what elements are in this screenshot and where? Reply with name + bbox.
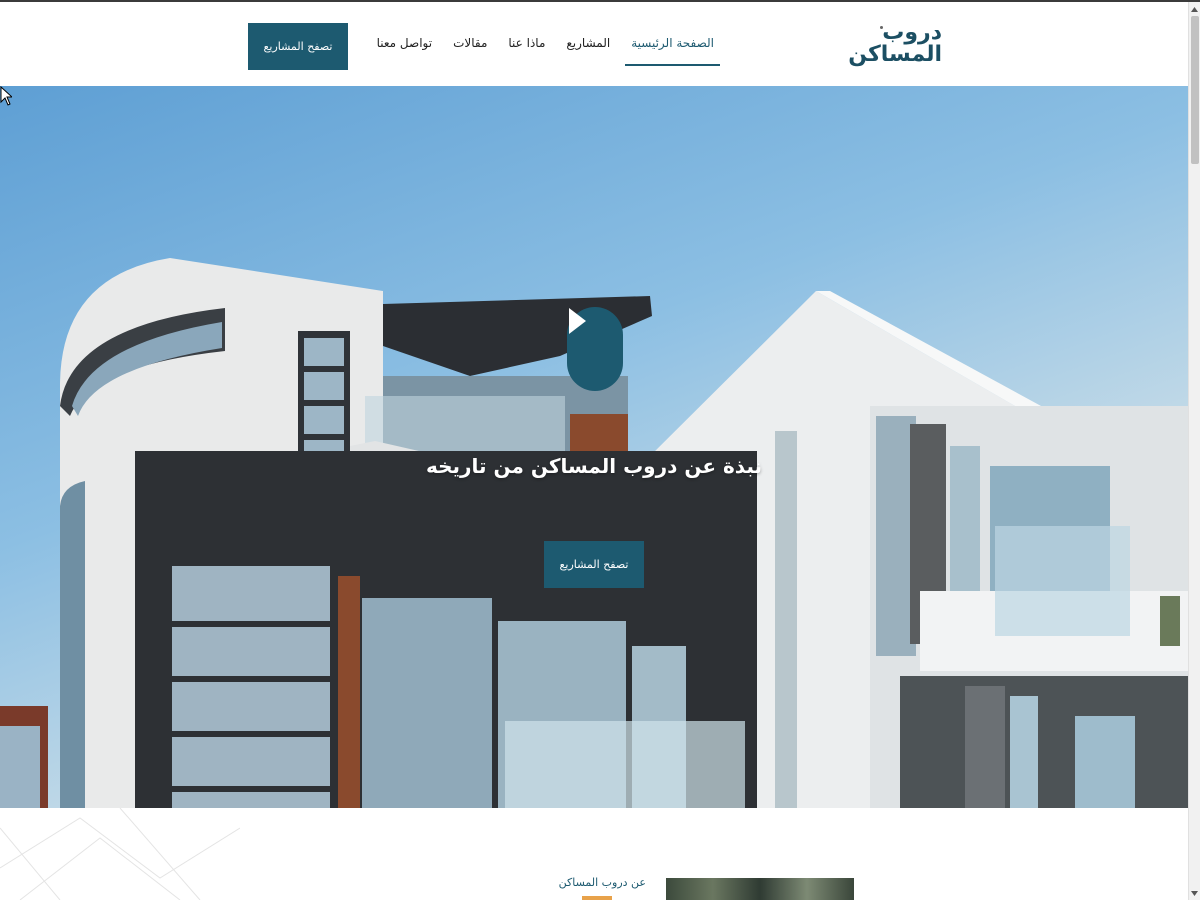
hero-browse-projects-button[interactable]: تصفح المشاريع — [544, 541, 644, 588]
nav-item-about[interactable]: ماذا عنا — [502, 32, 551, 66]
hero-section: نبذة عن دروب المساكن من تاريخه تصفح المش… — [0, 86, 1188, 808]
browse-projects-button[interactable]: تصفح المشاريع — [248, 23, 348, 70]
logo-line-1: دروب — [882, 20, 942, 45]
about-section: عن دروب المساكن — [0, 808, 1188, 900]
nav-item-contact[interactable]: تواصل معنا — [371, 32, 438, 66]
play-video-button[interactable] — [567, 307, 623, 391]
main-nav: الصفحة الرئيسية المشاريع ماذا عنا مقالات… — [377, 32, 720, 68]
scroll-down-icon[interactable] — [1189, 888, 1200, 898]
nav-item-projects[interactable]: المشاريع — [560, 32, 616, 66]
hero-title: نبذة عن دروب المساكن من تاريخه — [425, 454, 763, 478]
logo-line-2: المساكن — [848, 42, 942, 67]
nav-item-articles[interactable]: مقالات — [447, 32, 493, 66]
scroll-up-icon[interactable] — [1189, 4, 1200, 14]
decorative-line-pattern — [0, 808, 240, 900]
about-image — [666, 878, 854, 900]
about-heading: عن دروب المساكن — [558, 876, 646, 889]
mouse-cursor-icon — [0, 86, 12, 106]
site-logo[interactable]: دروب المساكن — [848, 20, 948, 70]
scrollbar-thumb[interactable] — [1191, 16, 1199, 164]
hero-building-illustration — [0, 258, 1188, 808]
about-accent-bar — [582, 896, 612, 900]
nav-item-home[interactable]: الصفحة الرئيسية — [625, 32, 720, 66]
site-header: دروب المساكن الصفحة الرئيسية المشاريع ما… — [0, 2, 1188, 86]
play-icon — [569, 308, 586, 334]
vertical-scrollbar[interactable] — [1188, 2, 1200, 900]
